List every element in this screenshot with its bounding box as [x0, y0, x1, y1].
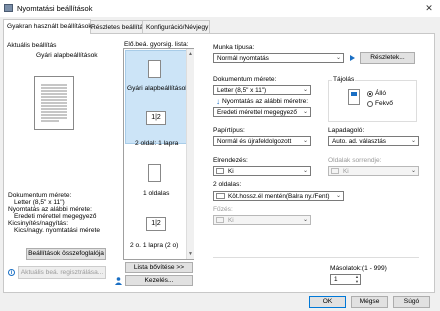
- copies-value: 1: [334, 276, 338, 283]
- close-icon[interactable]: ✕: [423, 2, 435, 14]
- layout-value: Ki: [228, 168, 234, 175]
- chevron-down-icon: ⌄: [335, 55, 341, 61]
- quick-list[interactable]: Gyári alapbeállítások 1|2 2 oldal: 1 lap…: [123, 48, 194, 260]
- paper-tray-value: Auto. ad. választás: [332, 138, 386, 145]
- two-in-one-duplex-icon: 1|2: [146, 217, 166, 231]
- cancel-button[interactable]: Mégse: [351, 296, 388, 308]
- job-type-label: Munka típusa:: [213, 44, 255, 51]
- layout-select[interactable]: Ki ⌄: [213, 166, 311, 176]
- staple-select[interactable]: Ki ⌄: [213, 215, 311, 225]
- tab-configuration-about[interactable]: Konfiguráció/Névjegy: [142, 20, 210, 34]
- chevron-down-icon: ⌄: [335, 193, 341, 199]
- tab-frequent-settings[interactable]: Gyakran használt beállítások: [3, 19, 92, 34]
- chevron-down-icon: ⌄: [302, 138, 308, 144]
- users-icon: [115, 277, 122, 285]
- two-sided-label: 2 oldalas:: [213, 181, 242, 188]
- chevron-down-icon: ⌄: [302, 168, 308, 174]
- staple-value: Ki: [228, 217, 234, 224]
- scroll-down-icon[interactable]: ▼: [188, 251, 193, 257]
- chevron-down-icon: ⌄: [410, 138, 416, 144]
- divider: [213, 257, 419, 258]
- document-preview-icon: [34, 76, 74, 130]
- two-in-one-icon: 1|2: [146, 111, 166, 125]
- current-settings-heading: Aktuális beállítás: [7, 42, 57, 49]
- landscape-radio[interactable]: [367, 101, 373, 107]
- page-order-label: Oldalak sorrendje:: [328, 157, 382, 164]
- summary-line-print-size-value: Eredeti mérettel megegyező: [14, 213, 97, 220]
- title-bar: Nyomtatási beállítások ✕: [0, 0, 440, 17]
- page-order-select[interactable]: Ki ⌄: [328, 166, 419, 176]
- quick-list-label: Elő.beá. gyorsig. lista:: [124, 41, 189, 48]
- help-button[interactable]: Súgó: [393, 296, 430, 308]
- play-arrow-icon: [350, 55, 355, 61]
- print-size-select[interactable]: Eredeti mérettel megegyező ⌄: [213, 107, 311, 117]
- paper-type-select[interactable]: Normál és újrafeldolgozott ⌄: [213, 136, 311, 146]
- summary-line-print-size-label: Nyomtatás az alábbi mérete:: [8, 206, 92, 213]
- chevron-down-icon: ⌄: [302, 217, 308, 223]
- print-size-value: Eredeti mérettel megegyező: [217, 109, 297, 116]
- copies-spinner[interactable]: 1 ▲ ▼: [330, 274, 361, 285]
- two-sided-value: Köt.hossz.él mentén(Balra ny./Fent): [228, 193, 330, 200]
- staple-label: Fűzés:: [213, 206, 233, 213]
- settings-summary-button[interactable]: Beállítások összefoglalója: [26, 248, 106, 260]
- one-sided-icon: [148, 164, 161, 182]
- page-order-value: Ki: [343, 168, 349, 175]
- quick-list-item-one-sided[interactable]: 1 oldalas: [143, 190, 169, 197]
- document-size-label: Dokumentum mérete:: [213, 76, 277, 83]
- chevron-down-icon: ⌄: [410, 168, 416, 174]
- landscape-option-label: Fekvő: [375, 100, 393, 107]
- quick-list-item-factory-defaults[interactable]: Gyári alapbeállítások: [127, 85, 189, 92]
- summary-line-zoom-label: Kicsinyítés/nagyítás:: [8, 220, 69, 227]
- paper-type-value: Normál és újrafeldolgozott: [217, 138, 292, 145]
- chevron-down-icon: ⌄: [302, 109, 308, 115]
- duplex-icon: [216, 193, 225, 199]
- portrait-option-label: Álló: [375, 90, 386, 97]
- document-lines-icon: [41, 84, 67, 122]
- chevron-down-icon: ⌄: [302, 87, 308, 93]
- two-sided-select[interactable]: Köt.hossz.él mentén(Balra ny./Fent) ⌄: [213, 191, 344, 201]
- printer-app-icon: [4, 4, 13, 12]
- quick-list-item-2up-duplex[interactable]: 2 o. 1 lapra (2 o): [130, 242, 178, 249]
- quick-list-scrollbar[interactable]: ▲ ▼: [186, 49, 194, 259]
- expand-list-button[interactable]: Lista bővítése >>: [125, 262, 193, 273]
- portrait-page-icon: [348, 89, 360, 105]
- paper-type-label: Papírtípus:: [213, 127, 245, 134]
- document-size-select[interactable]: Letter (8,5" x 11") ⌄: [213, 85, 311, 95]
- summary-line-doc-size-value: Letter (8,5" x 11"): [14, 199, 65, 206]
- document-size-value: Letter (8,5" x 11"): [217, 87, 267, 94]
- paper-tray-select[interactable]: Auto. ad. választás ⌄: [328, 136, 419, 146]
- register-current-settings-button[interactable]: Aktuális beá. regisztrálása...: [18, 266, 106, 279]
- portrait-radio[interactable]: [367, 91, 373, 97]
- job-type-value: Normál nyomtatás: [217, 55, 269, 62]
- orientation-label: Tájolás: [332, 76, 356, 83]
- info-icon: i: [8, 269, 15, 276]
- quick-list-item-2up[interactable]: 2 oldal: 1 lapra: [135, 140, 178, 147]
- window-title: Nyomtatási beállítások: [17, 4, 93, 13]
- staple-icon: [216, 217, 224, 223]
- paper-tray-label: Lapadagoló:: [328, 127, 365, 134]
- layout-page-icon: [216, 168, 224, 174]
- tab-detailed-settings[interactable]: Részletes beállítás: [87, 20, 148, 34]
- summary-line-doc-size-label: Dokumentum mérete:: [8, 192, 72, 199]
- manage-button[interactable]: Kezelés...: [125, 275, 193, 286]
- layout-label: Elrendezés:: [213, 157, 248, 164]
- page-order-icon: [331, 168, 339, 174]
- copies-label: Másolatok:(1 - 999): [330, 265, 387, 272]
- spin-down-icon[interactable]: ▼: [355, 280, 359, 284]
- summary-line-zoom-value: Kics/nagy. nyomtatási mérete: [14, 227, 100, 234]
- current-preset-name: Gyári alapbeállítások: [36, 52, 98, 59]
- single-page-icon: [148, 60, 161, 78]
- print-size-label: Nyomtatás az alábbi méretre:: [222, 98, 309, 105]
- scroll-up-icon[interactable]: ▲: [188, 51, 193, 57]
- arrow-down-icon: ↓: [216, 97, 220, 106]
- job-type-select[interactable]: Normál nyomtatás ⌄: [213, 53, 344, 63]
- ok-button[interactable]: OK: [309, 296, 346, 308]
- orientation-group: [328, 80, 417, 122]
- details-button[interactable]: Részletek...: [360, 52, 415, 64]
